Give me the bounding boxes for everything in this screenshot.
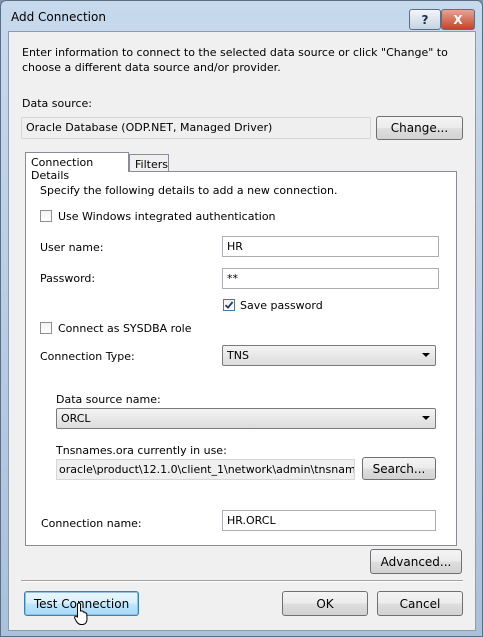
connection-name-value: HR.ORCL xyxy=(227,514,276,527)
save-password-checkbox[interactable] xyxy=(223,299,235,311)
windows-auth-label: Use Windows integrated authentication xyxy=(58,210,276,223)
window-title: Add Connection xyxy=(11,10,106,24)
save-password-label: Save password xyxy=(240,299,323,312)
separator xyxy=(21,580,463,582)
tab-filters[interactable]: Filters xyxy=(129,154,169,172)
ok-button[interactable]: OK xyxy=(282,591,368,616)
connection-type-select[interactable]: TNS xyxy=(222,345,436,366)
windows-auth-checkbox[interactable] xyxy=(40,210,52,222)
dialog-body: Enter information to connect to the sele… xyxy=(8,31,476,631)
password-value: ** xyxy=(227,272,238,285)
connection-name-label: Connection name: xyxy=(41,517,142,530)
advanced-button[interactable]: Advanced... xyxy=(370,549,462,574)
cancel-button[interactable]: Cancel xyxy=(377,591,463,616)
data-source-name-value: ORCL xyxy=(61,412,91,425)
data-source-label: Data source: xyxy=(22,97,92,110)
search-button[interactable]: Search... xyxy=(362,457,436,480)
username-label: User name: xyxy=(40,241,104,254)
tnsnames-path-field: oracle\product\12.1.0\client_1\network\a… xyxy=(56,459,355,480)
data-source-name-select[interactable]: ORCL xyxy=(56,408,436,429)
username-input[interactable]: HR xyxy=(222,236,439,257)
data-source-name-label: Data source name: xyxy=(56,393,161,406)
connection-name-input[interactable]: HR.ORCL xyxy=(222,510,436,531)
close-icon: X xyxy=(453,12,463,27)
intro-text: Enter information to connect to the sele… xyxy=(22,46,448,74)
chevron-down-icon xyxy=(422,353,430,357)
connection-type-value: TNS xyxy=(227,349,249,362)
add-connection-dialog: Add Connection ? X Enter information to … xyxy=(0,0,483,637)
chevron-down-icon xyxy=(422,416,430,420)
tnsnames-label: Tnsnames.ora currently in use: xyxy=(56,444,227,457)
connection-details-panel: Specify the following details to add a n… xyxy=(25,171,457,546)
details-instruction: Specify the following details to add a n… xyxy=(40,184,338,197)
check-icon xyxy=(224,301,234,309)
data-source-field: Oracle Database (ODP.NET, Managed Driver… xyxy=(21,117,371,139)
password-label: Password: xyxy=(40,272,96,285)
title-bar[interactable]: Add Connection ? X xyxy=(1,1,482,31)
hand-cursor-icon xyxy=(74,602,88,625)
tab-connection-details[interactable]: Connection Details xyxy=(25,152,129,182)
password-input[interactable]: ** xyxy=(222,268,439,289)
sysdba-label: Connect as SYSDBA role xyxy=(58,322,192,335)
tnsnames-path-value: oracle\product\12.1.0\client_1\network\a… xyxy=(59,463,355,476)
connection-type-label: Connection Type: xyxy=(40,350,135,363)
sysdba-checkbox[interactable] xyxy=(40,322,52,334)
data-source-value: Oracle Database (ODP.NET, Managed Driver… xyxy=(26,121,273,134)
change-button[interactable]: Change... xyxy=(376,116,463,140)
help-icon: ? xyxy=(421,12,429,27)
username-value: HR xyxy=(227,240,243,253)
close-button[interactable]: X xyxy=(441,9,475,30)
help-button[interactable]: ? xyxy=(409,9,441,30)
